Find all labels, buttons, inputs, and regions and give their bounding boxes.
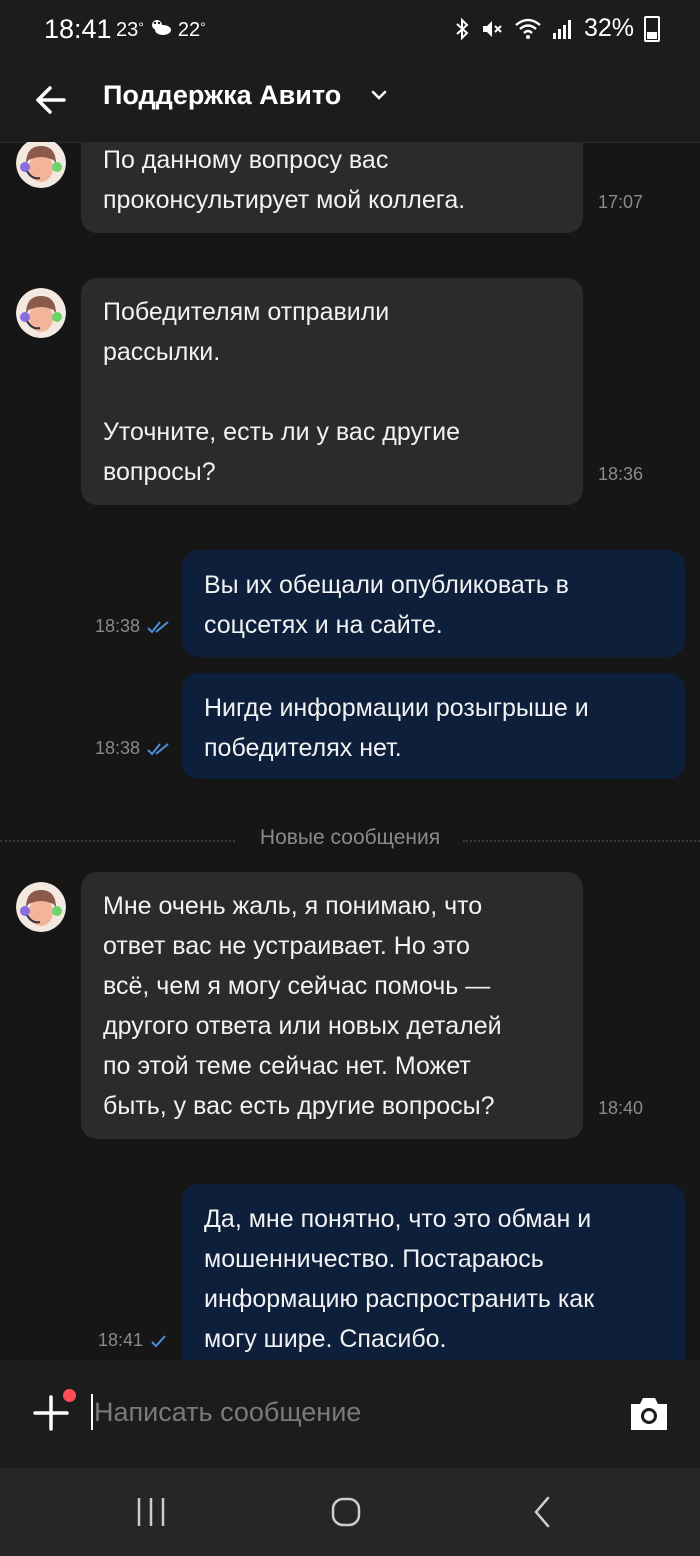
- double-check-icon: [147, 620, 169, 633]
- wifi-icon: [514, 17, 542, 41]
- message-text: Мне очень жаль, я понимаю, что ответ вас…: [103, 892, 502, 1120]
- support-avatar: [16, 142, 66, 188]
- support-avatar: [16, 882, 66, 932]
- support-avatar: [16, 288, 66, 338]
- camera-icon: [631, 1398, 667, 1430]
- message-text: Да, мне понятно, что это обман и мошенни…: [204, 1205, 595, 1353]
- message-time: 18:38: [95, 738, 141, 758]
- battery-icon: [644, 15, 660, 42]
- message-time: 18:40: [598, 1098, 644, 1118]
- bluetooth-icon: [454, 17, 470, 41]
- home-icon: [331, 1497, 361, 1527]
- arrow-left-icon: [36, 86, 66, 114]
- recent-apps-icon: [137, 1498, 165, 1526]
- message-status: 18:38: [95, 738, 172, 759]
- message-outgoing[interactable]: Вы их обещали опубликовать в соцсетях и …: [182, 550, 685, 657]
- battery-percent: 32%: [583, 14, 634, 42]
- weather-temp-2: 22: [177, 18, 201, 41]
- message-composer: [0, 1360, 700, 1468]
- chat-title[interactable]: Поддержка Авито: [103, 80, 341, 111]
- mute-icon: [480, 17, 504, 41]
- back-button[interactable]: [30, 80, 74, 120]
- signal-icon: [552, 18, 574, 40]
- message-time: 17:07: [598, 192, 644, 212]
- message-text: Победителям отправили рассылки. Уточните…: [103, 298, 460, 486]
- home-button[interactable]: [326, 1492, 366, 1532]
- message-time: 18:36: [598, 464, 644, 484]
- status-bar: 18:41 23° 22° 32%: [0, 0, 700, 58]
- weather-temp-1: 23: [116, 18, 139, 41]
- chevron-down-icon[interactable]: [370, 88, 388, 106]
- message-text: Нигде информации розыгрыше и победителях…: [204, 694, 589, 762]
- message-status: 18:41: [98, 1330, 169, 1351]
- new-messages-divider: Новые сообщения: [0, 826, 700, 856]
- message-text: Вы их обещали опубликовать в соцсетях и …: [204, 571, 569, 639]
- system-navigation-bar: [0, 1468, 700, 1556]
- weather-indicator: 23° 22°: [116, 17, 206, 43]
- message-status: 18:38: [95, 616, 172, 637]
- status-icons: 32%: [454, 14, 660, 43]
- message-incoming[interactable]: По данному вопросу вас проконсультирует …: [81, 142, 583, 233]
- chevron-left-icon: [534, 1496, 550, 1528]
- message-time: 18:38: [95, 616, 141, 636]
- message-list[interactable]: По данному вопросу вас проконсультирует …: [0, 142, 700, 1360]
- divider-label: Новые сообщения: [247, 826, 453, 849]
- message-incoming[interactable]: Мне очень жаль, я понимаю, что ответ вас…: [81, 872, 583, 1139]
- message-input[interactable]: [94, 1390, 594, 1434]
- double-check-icon: [147, 742, 169, 755]
- message-outgoing[interactable]: Да, мне понятно, что это обман и мошенни…: [182, 1184, 685, 1360]
- system-back-button[interactable]: [522, 1492, 562, 1532]
- camera-button[interactable]: [628, 1395, 670, 1433]
- status-time: 18:41: [44, 14, 112, 44]
- weather-icon: [150, 17, 172, 43]
- recent-apps-button[interactable]: [131, 1492, 171, 1532]
- check-icon: [151, 1334, 166, 1347]
- message-time: 18:41: [98, 1330, 144, 1350]
- text-cursor: [91, 1394, 93, 1430]
- message-incoming[interactable]: Победителям отправили рассылки. Уточните…: [81, 278, 583, 505]
- message-text: По данному вопросу вас проконсультирует …: [103, 146, 466, 214]
- notification-dot: [63, 1389, 76, 1402]
- message-outgoing[interactable]: Нигде информации розыгрыше и победителях…: [182, 673, 685, 779]
- chat-header: Поддержка Авито: [0, 58, 700, 143]
